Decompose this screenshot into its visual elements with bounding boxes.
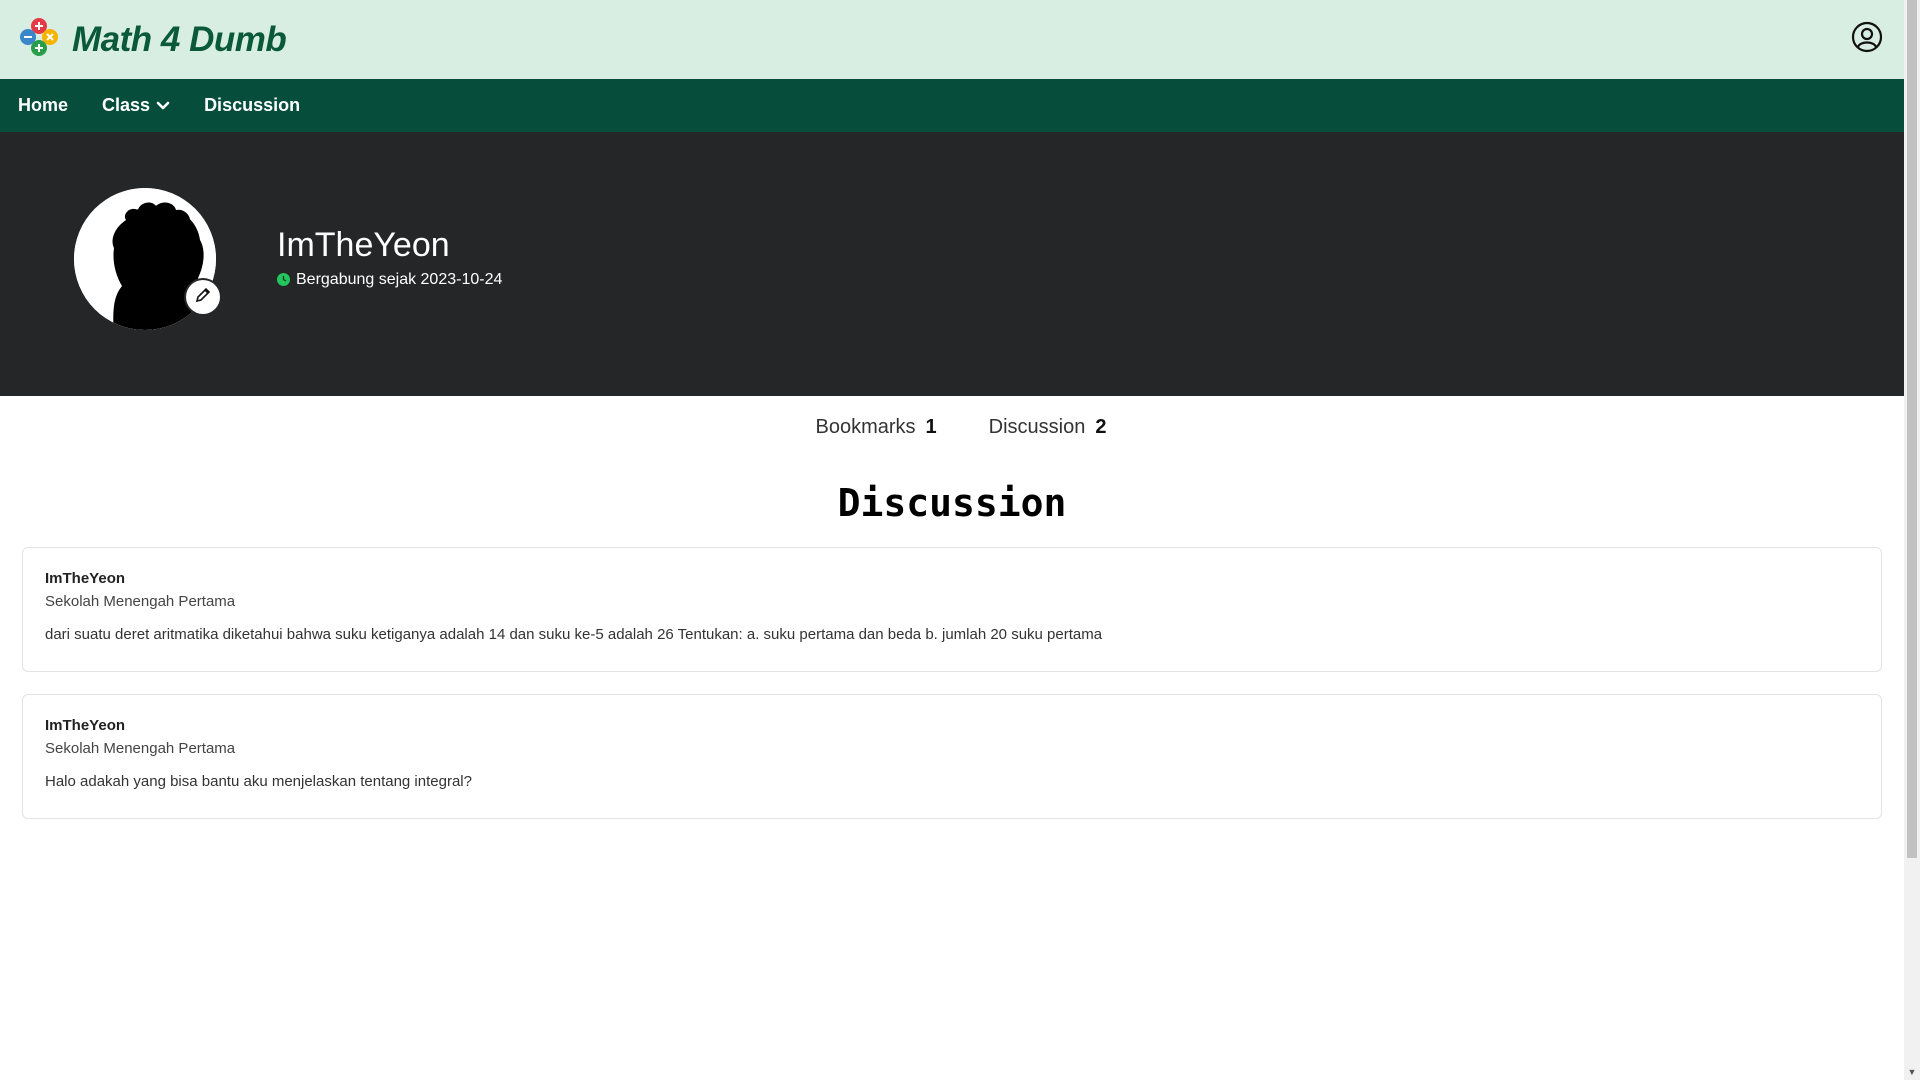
post-author: ImTheYeon (45, 717, 126, 734)
tab-bookmarks[interactable]: Bookmarks 1 (816, 416, 937, 439)
vertical-scrollbar[interactable]: ▼ (1904, 0, 1920, 1080)
discussion-card[interactable]: ImTheYeon Sekolah Menengah Pertama dari … (22, 547, 1882, 672)
brand-title: Math 4 Dumb (72, 19, 287, 59)
profile-name: ImTheYeon (277, 225, 450, 264)
tab-discussion[interactable]: Discussion 2 (989, 416, 1107, 439)
nav-item-label: Class (102, 95, 151, 115)
tab-count: 1 (925, 416, 937, 438)
post-body: Halo adakah yang bisa bantu aku menjelas… (45, 773, 472, 790)
main-nav: Home Class Discussion (0, 79, 1904, 132)
profile-info: ImTheYeon Bergabung sejak 2023-10-24 (277, 226, 502, 289)
brand[interactable]: Math 4 Dumb (18, 16, 287, 63)
page: Math 4 Dumb Home Class Discussion ImTheY… (0, 0, 1904, 1080)
joined-text: Bergabung sejak 2023-10-24 (296, 270, 503, 288)
post-school: Sekolah Menengah Pertama (45, 593, 236, 610)
nav-item-home[interactable]: Home (18, 95, 68, 116)
joined-date: Bergabung sejak 2023-10-24 (277, 271, 502, 289)
section-title: Discussion (837, 481, 1067, 525)
tab-label: Bookmarks (815, 416, 916, 438)
tab-label: Discussion (988, 416, 1086, 438)
discussion-list: ImTheYeon Sekolah Menengah Pertama dari … (0, 547, 1904, 819)
math-operators-logo-icon (18, 16, 60, 63)
profile-header: ImTheYeon Bergabung sejak 2023-10-24 (0, 132, 1904, 396)
nav-item-label: Discussion (204, 95, 301, 115)
clock-icon (277, 273, 290, 286)
pencil-icon (194, 286, 212, 309)
nav-item-discussion[interactable]: Discussion (204, 95, 300, 116)
post-author: ImTheYeon (45, 570, 126, 587)
nav-item-class[interactable]: Class (102, 95, 170, 116)
chevron-down-icon (156, 95, 170, 116)
scrollbar-thumb[interactable] (1907, 0, 1917, 858)
discussion-card[interactable]: ImTheYeon Sekolah Menengah Pertama Halo … (22, 694, 1882, 819)
edit-avatar-button[interactable] (186, 280, 220, 314)
avatar-wrapper (74, 188, 220, 330)
post-school: Sekolah Menengah Pertama (45, 740, 236, 757)
nav-item-label: Home (18, 95, 69, 115)
scroll-down-arrow-icon[interactable]: ▼ (1904, 1064, 1920, 1080)
post-body: dari suatu deret aritmatika diketahui ba… (45, 626, 1103, 643)
user-account-button[interactable] (1850, 21, 1884, 58)
top-header: Math 4 Dumb (0, 0, 1904, 79)
tab-count: 2 (1095, 416, 1107, 438)
profile-tabs: Bookmarks 1 Discussion 2 (0, 416, 1904, 439)
user-circle-icon (1851, 21, 1883, 58)
